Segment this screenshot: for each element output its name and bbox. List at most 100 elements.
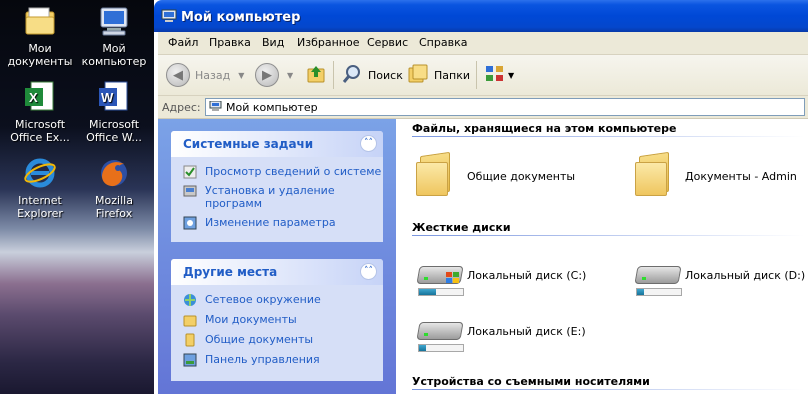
- drive-usage-bar: [636, 288, 682, 296]
- internet-explorer-icon: [23, 156, 57, 190]
- place-control-panel[interactable]: Панель управления: [171, 351, 383, 371]
- other-places-panel: Другие места ˄˄ Сетевое окружение Мои до…: [171, 259, 383, 381]
- desktop-icon-label: Microsoft Office W...: [86, 118, 142, 144]
- panel-title: Другие места: [183, 265, 278, 279]
- drive-usage-fill: [419, 345, 426, 351]
- views-button[interactable]: ▼: [484, 62, 514, 88]
- address-bar: Адрес: Мой компьютер: [158, 96, 808, 119]
- explorer-window: Мой компьютер Файл Правка Вид Избранное …: [154, 0, 808, 394]
- chevron-down-icon: ▼: [508, 70, 515, 80]
- menu-help[interactable]: Справка: [419, 36, 467, 49]
- hard-drive-icon: [634, 260, 682, 298]
- svg-text:W: W: [101, 90, 114, 105]
- task-change-setting[interactable]: Изменение параметра: [171, 214, 383, 233]
- chevron-down-icon: ▼: [238, 70, 245, 80]
- chevron-down-icon: ▼: [287, 70, 294, 80]
- drive-label: Локальный диск (E:): [467, 325, 586, 338]
- info-icon: [183, 165, 197, 179]
- section-divider: [412, 389, 804, 390]
- desktop-icon-firefox[interactable]: Mozilla Firefox: [78, 156, 150, 220]
- desktop-icon-word[interactable]: W Microsoft Office W...: [78, 80, 150, 144]
- folder-icon: [23, 4, 57, 38]
- windows-logo-icon: [446, 272, 460, 284]
- collapse-icon[interactable]: ˄˄: [360, 263, 377, 280]
- menu-tools[interactable]: Сервис: [367, 36, 408, 49]
- title-bar[interactable]: Мой компьютер: [154, 0, 808, 32]
- section-header-removable: Устройства со съемными носителями: [412, 375, 650, 388]
- menu-bar: Файл Правка Вид Избранное Сервис Справка: [158, 32, 808, 55]
- drive-usage-fill: [419, 289, 436, 295]
- section-header-files: Файлы, хранящиеся на этом компьютере: [412, 122, 677, 135]
- desktop-icon-my-computer[interactable]: Мой компьютер: [78, 4, 150, 68]
- panel-header[interactable]: Системные задачи ˄˄: [171, 131, 383, 157]
- desktop-icon-my-documents[interactable]: Мои документы: [4, 4, 76, 68]
- toolbar-separator: [333, 61, 334, 89]
- folder-label: Документы - Admin: [685, 170, 797, 183]
- toolbar-separator: [476, 61, 477, 89]
- programs-icon: [183, 184, 197, 198]
- window-title: Мой компьютер: [181, 10, 301, 25]
- folder-icon: [635, 151, 671, 197]
- address-field[interactable]: Мой компьютер: [205, 98, 805, 116]
- back-button[interactable]: ◀ Назад ▼: [166, 62, 244, 88]
- drive-usage-fill: [637, 289, 644, 295]
- folders-label: Папки: [434, 68, 470, 82]
- task-add-remove-programs[interactable]: Установка и удаление программ: [171, 182, 383, 214]
- views-icon: [484, 63, 506, 88]
- folders-button[interactable]: Папки: [407, 62, 470, 88]
- desktop-icon-excel[interactable]: X Microsoft Office Ex...: [4, 80, 76, 144]
- back-label: Назад: [195, 68, 231, 82]
- folder-icon: [183, 313, 197, 327]
- computer-icon: [97, 4, 131, 38]
- place-my-documents[interactable]: Мои документы: [171, 311, 383, 331]
- place-shared-documents[interactable]: Общие документы: [171, 331, 383, 351]
- section-header-drives: Жесткие диски: [412, 221, 511, 234]
- panel-header[interactable]: Другие места ˄˄: [171, 259, 383, 285]
- drive-usage-bar: [418, 344, 464, 352]
- computer-icon: [209, 100, 222, 112]
- section-divider: [412, 136, 804, 137]
- menu-favorites[interactable]: Избранное: [297, 36, 359, 49]
- task-view-system-info[interactable]: Просмотр сведений о системе: [171, 163, 383, 182]
- desktop-icon-label: Мой компьютер: [81, 42, 147, 68]
- desktop-icon-label: Microsoft Office Ex...: [10, 118, 70, 144]
- toolbar: ◀ Назад ▼ ▶ ▼ Поиск Папки ▼: [158, 55, 808, 96]
- task-pane: Системные задачи ˄˄ Просмотр сведений о …: [158, 119, 396, 394]
- computer-icon: [161, 9, 177, 23]
- desktop-icon-label: Мои документы: [7, 42, 73, 68]
- desktop-icon-label: Mozilla Firefox: [95, 194, 133, 220]
- search-button[interactable]: Поиск: [341, 62, 403, 88]
- folder-up-icon: [305, 63, 327, 88]
- folder-icon: [416, 151, 452, 197]
- hard-drive-icon: [416, 316, 464, 354]
- section-divider: [412, 235, 804, 236]
- hard-drive-icon: [416, 260, 464, 298]
- search-icon: [341, 63, 363, 88]
- svg-text:X: X: [29, 90, 38, 105]
- desktop-icon-label: Internet Explorer: [17, 194, 63, 220]
- folder-icon: [183, 333, 197, 347]
- folders-icon: [407, 63, 429, 88]
- control-panel-icon: [183, 353, 197, 367]
- forward-button[interactable]: ▶ ▼: [255, 62, 293, 88]
- drive-usage-bar: [418, 288, 464, 296]
- menu-file[interactable]: Файл: [168, 36, 198, 49]
- control-panel-icon: [183, 216, 197, 230]
- menu-edit[interactable]: Правка: [209, 36, 251, 49]
- excel-icon: X: [23, 80, 57, 114]
- search-label: Поиск: [368, 68, 403, 82]
- up-button[interactable]: [305, 62, 327, 88]
- content-pane: Файлы, хранящиеся на этом компьютере Общ…: [396, 119, 808, 394]
- address-value: Мой компьютер: [226, 101, 318, 114]
- network-icon: [183, 293, 197, 307]
- place-network[interactable]: Сетевое окружение: [171, 291, 383, 311]
- forward-arrow-icon: ▶: [255, 63, 279, 87]
- address-label: Адрес:: [162, 101, 201, 114]
- firefox-icon: [97, 156, 131, 190]
- collapse-icon[interactable]: ˄˄: [360, 135, 377, 152]
- drive-label: Локальный диск (D:): [685, 269, 806, 282]
- desktop-icon-internet-explorer[interactable]: Internet Explorer: [4, 156, 76, 220]
- drive-label: Локальный диск (C:): [467, 269, 587, 282]
- system-tasks-panel: Системные задачи ˄˄ Просмотр сведений о …: [171, 131, 383, 242]
- menu-view[interactable]: Вид: [262, 36, 284, 49]
